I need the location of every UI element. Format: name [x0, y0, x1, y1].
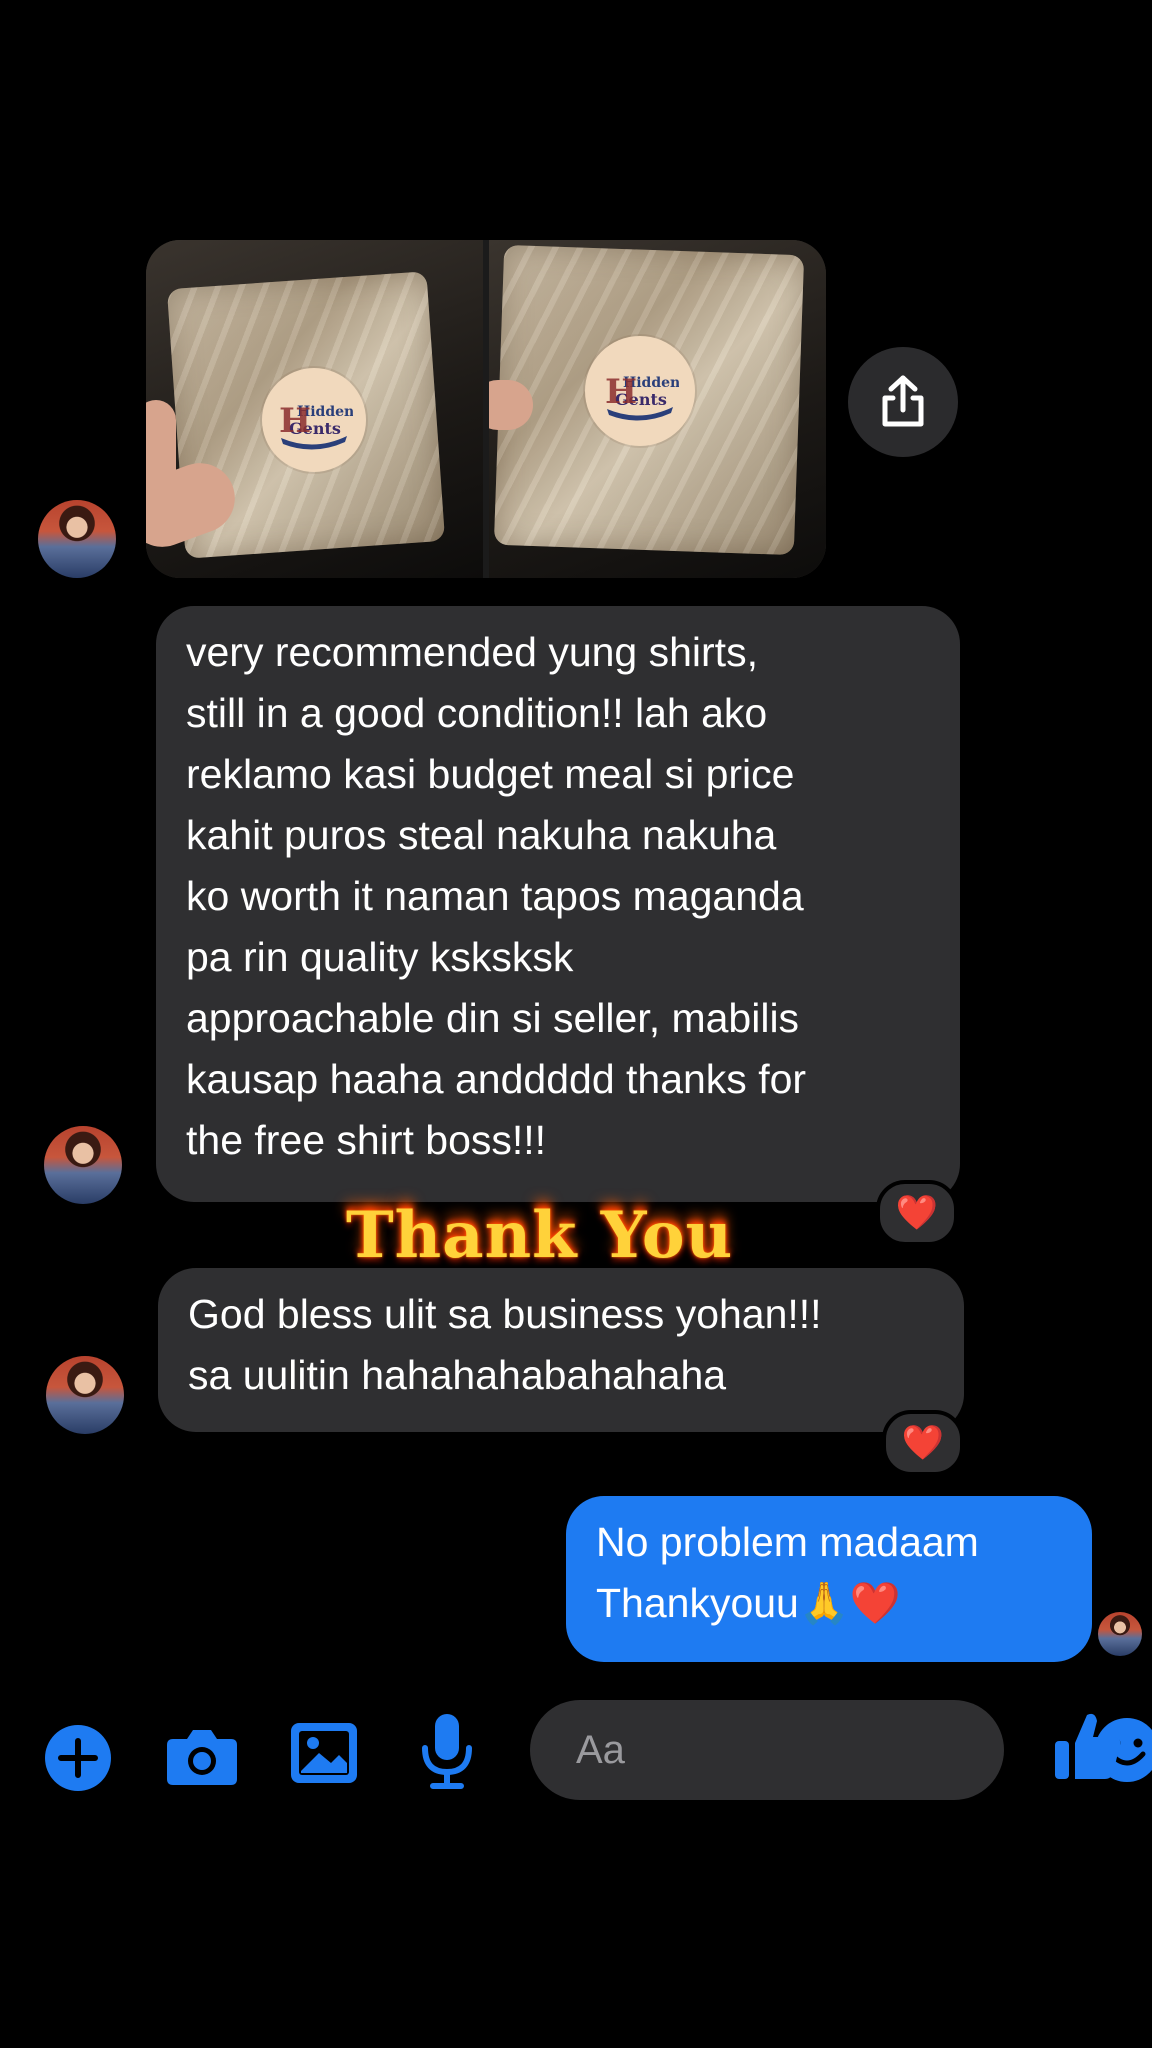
contact-avatar[interactable] — [44, 1126, 122, 1204]
more-actions-button[interactable] — [42, 1722, 114, 1794]
gallery-button[interactable] — [288, 1720, 360, 1786]
photo-attachment-1[interactable]: Hidden Gents H — [146, 240, 483, 578]
like-button[interactable] — [1052, 1708, 1124, 1784]
hidden-gents-logo: Hidden Gents H — [605, 372, 679, 421]
thank-you-sticker-text: Thank You — [346, 1198, 734, 1273]
heart-reaction[interactable]: ❤️ — [882, 1410, 964, 1476]
heart-reaction[interactable]: ❤️ — [876, 1180, 958, 1246]
message-text-line: kahit puros steal nakuha nakuha — [186, 812, 777, 858]
camera-button[interactable] — [164, 1720, 240, 1792]
outgoing-message-bubble[interactable]: No problem madaam Thankyouu🙏❤️ — [566, 1496, 1092, 1662]
message-text-line: God bless ulit sa business yohan!!! — [188, 1291, 822, 1337]
message-text-line: No problem madaam — [596, 1519, 979, 1565]
brand-logo-sticker: Hidden Gents H — [585, 336, 695, 446]
photo-attachment-group[interactable]: Hidden Gents H Hidden Gents H — [146, 240, 826, 578]
plus-icon — [45, 1725, 111, 1791]
message-composer[interactable] — [530, 1700, 1152, 1800]
message-text-line: the free shirt boss!!! — [186, 1117, 547, 1163]
message-text-line: ko worth it naman tapos maganda — [186, 873, 804, 919]
incoming-message-bubble[interactable]: very recommended yung shirts, still in a… — [156, 606, 960, 1202]
share-icon — [882, 375, 924, 427]
brand-logo-sticker: Hidden Gents H — [262, 368, 366, 472]
thumbs-up-icon — [1055, 1713, 1121, 1779]
heart-icon: ❤️ — [901, 1424, 945, 1462]
message-text-line: pa rin quality ksksksk — [186, 934, 574, 980]
microphone-icon — [422, 1714, 472, 1789]
voice-message-button[interactable] — [420, 1712, 474, 1792]
camera-icon — [167, 1730, 237, 1785]
message-text-line: reklamo kasi budget meal si price — [186, 751, 795, 797]
message-text-line: still in a good condition!! lah ako — [186, 690, 768, 736]
photo-attachment-2[interactable]: Hidden Gents H — [489, 240, 826, 578]
incoming-message-bubble[interactable]: God bless ulit sa business yohan!!! sa u… — [158, 1268, 964, 1432]
share-button[interactable] — [848, 347, 958, 457]
message-text-line: sa uulitin hahahahabahahaha — [188, 1352, 727, 1398]
message-input[interactable] — [574, 1726, 1093, 1774]
gallery-icon — [291, 1723, 357, 1783]
contact-avatar[interactable] — [38, 500, 116, 578]
hidden-gents-logo: Hidden Gents H — [279, 401, 353, 450]
contact-avatar[interactable] — [46, 1356, 124, 1434]
message-text-line: approachable din si seller, mabilis — [186, 995, 800, 1041]
read-receipt-avatar — [1098, 1612, 1142, 1656]
svg-text:H: H — [605, 372, 637, 412]
message-text-line: very recommended yung shirts, — [186, 629, 758, 675]
message-text-line: Thankyouu🙏❤️ — [596, 1580, 901, 1626]
heart-icon: ❤️ — [895, 1194, 939, 1232]
svg-text:H: H — [279, 401, 311, 441]
message-text-line: kausap haaha anddddd thanks for — [186, 1056, 807, 1102]
